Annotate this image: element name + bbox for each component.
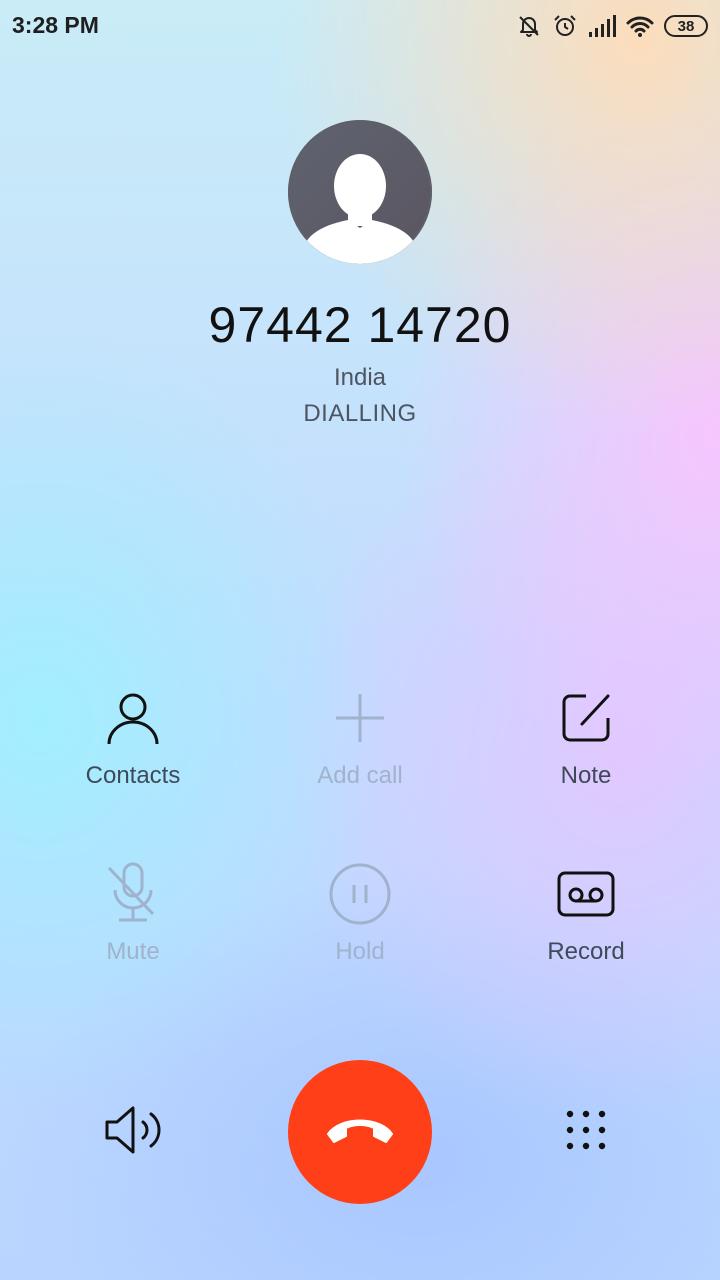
note-button[interactable]: Note: [466, 686, 706, 826]
add-call-label: Add call: [317, 762, 403, 789]
record-icon: [554, 862, 618, 926]
speaker-button[interactable]: [96, 1100, 172, 1164]
add-call-button[interactable]: Add call: [240, 686, 480, 826]
call-status: DIALLING: [303, 400, 417, 427]
end-call-icon: [322, 1110, 398, 1155]
record-button[interactable]: Record: [466, 862, 706, 1002]
contacts-label: Contacts: [85, 762, 181, 789]
status-bar: 3:28 PM 38: [0, 0, 720, 52]
record-label: Record: [547, 938, 625, 965]
plus-icon: [328, 686, 392, 750]
dialpad-button[interactable]: [550, 1096, 622, 1168]
mic-off-icon: [101, 862, 165, 926]
end-call-button[interactable]: [288, 1060, 432, 1204]
dialpad-icon: [566, 1110, 606, 1155]
person-icon: [101, 686, 165, 750]
speaker-icon: [103, 1104, 165, 1161]
status-icons: 38: [516, 10, 708, 42]
alarm-icon: [552, 13, 578, 39]
mute-button[interactable]: Mute: [13, 862, 253, 1002]
mute-label: Mute: [106, 938, 160, 965]
wifi-icon: [626, 14, 654, 38]
hold-button[interactable]: Hold: [240, 862, 480, 1002]
signal-icon: [588, 14, 616, 38]
note-icon: [554, 686, 618, 750]
battery-icon: 38: [664, 15, 708, 37]
person-silhouette-icon: [302, 154, 418, 264]
contact-avatar: [288, 120, 432, 264]
caller-location: India: [333, 364, 387, 391]
battery-level: 38: [677, 17, 695, 35]
notifications-off-icon: [516, 13, 542, 39]
phone-number: 97442 14720: [208, 297, 512, 353]
pause-icon: [328, 862, 392, 926]
hold-label: Hold: [335, 938, 385, 965]
contacts-button[interactable]: Contacts: [13, 686, 253, 826]
status-time: 3:28 PM: [12, 12, 99, 38]
note-label: Note: [560, 762, 612, 789]
